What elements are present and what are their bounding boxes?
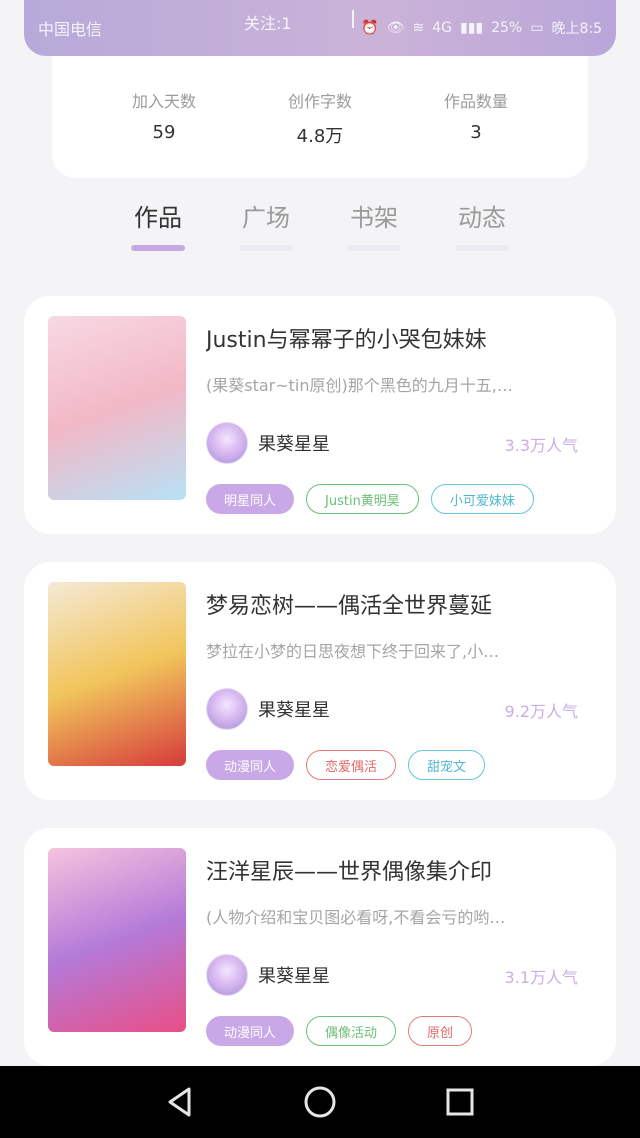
work-description: (人物介绍和宝贝图必看呀,不看会亏的哟… xyxy=(206,908,506,927)
work-cover-image[interactable] xyxy=(48,582,186,766)
stat-label: 加入天数 xyxy=(131,92,196,111)
work-card[interactable]: Justin与幂幂子的小哭包妹妹 (果葵star~tin原创)那个黑色的九月十五… xyxy=(24,296,616,534)
tag-list: 明星同人 Justin黄明昊 小可爱妹妹 xyxy=(206,484,534,514)
work-cover-image[interactable] xyxy=(48,848,186,1032)
author-info[interactable]: 果葵星星 xyxy=(206,688,330,730)
tab-activity[interactable]: 动态 xyxy=(455,198,509,264)
work-cover-image[interactable] xyxy=(48,316,186,500)
tag[interactable]: 动漫同人 xyxy=(206,750,295,780)
tag[interactable]: 动漫同人 xyxy=(206,1016,295,1046)
stat-join-days: 加入天数 59 xyxy=(104,88,224,178)
alarm-icon: ⏰ xyxy=(361,20,379,36)
avatar[interactable] xyxy=(206,688,248,730)
works-list: Justin与幂幂子的小哭包妹妹 (果葵star~tin原创)那个黑色的九月十五… xyxy=(24,296,616,1094)
battery-icon: ▭ xyxy=(530,20,544,36)
work-card[interactable]: 梦易恋树——偶活全世界蔓延 梦拉在小梦的日思夜想下终于回来了,小… 果葵星星 9… xyxy=(24,562,616,800)
tag[interactable]: 甜宠文 xyxy=(408,750,486,780)
stat-work-count: 作品数量 3 xyxy=(416,88,536,178)
author-info[interactable]: 果葵星星 xyxy=(206,954,330,996)
work-title[interactable]: 梦易恋树——偶活全世界蔓延 xyxy=(206,588,596,620)
tag[interactable]: Justin黄明昊 xyxy=(306,484,419,514)
work-title[interactable]: 汪洋星辰——世界偶像集介印 xyxy=(206,854,596,886)
clock-time: 晚上8:5 xyxy=(551,21,602,37)
work-card[interactable]: 汪洋星辰——世界偶像集介印 (人物介绍和宝贝图必看呀,不看会亏的哟… 果葵星星 … xyxy=(24,828,616,1066)
work-description: 梦拉在小梦的日思夜想下终于回来了,小… xyxy=(206,642,500,661)
status-left: 中国电信 xyxy=(38,16,102,40)
tab-works[interactable]: 作品 xyxy=(131,198,185,264)
home-icon[interactable] xyxy=(300,1082,340,1122)
avatar[interactable] xyxy=(206,954,248,996)
eye-icon: 👁 xyxy=(386,20,405,36)
status-right: ⏰ 👁 ≋ 4G ▮▮▮ 25% ▭ 晚上8:5 xyxy=(361,18,602,38)
tag[interactable]: 恋爱偶活 xyxy=(306,750,397,780)
tag[interactable]: 小可爱妹妹 xyxy=(430,484,534,514)
tab-label: 动态 xyxy=(458,204,506,232)
wifi-icon: ≋ xyxy=(412,20,425,36)
tag-list: 动漫同人 偶像活动 原创 xyxy=(206,1016,473,1046)
tab-label: 作品 xyxy=(134,204,182,232)
author-name: 果葵星星 xyxy=(258,966,330,987)
popularity-count: 3.1万人气 xyxy=(504,968,578,987)
tab-label: 广场 xyxy=(242,204,290,232)
network-type: 4G xyxy=(432,20,452,36)
stats-card: 加入天数 59 创作字数 4.8万 作品数量 3 xyxy=(52,56,588,178)
tab-square[interactable]: 广场 xyxy=(239,198,293,264)
tab-indicator xyxy=(131,245,185,251)
tab-indicator xyxy=(455,245,509,251)
tab-indicator xyxy=(239,245,293,251)
work-title[interactable]: Justin与幂幂子的小哭包妹妹 xyxy=(206,322,596,354)
tab-label: 书架 xyxy=(350,204,398,232)
stat-value: 4.8万 xyxy=(296,126,344,147)
popularity-count: 9.2万人气 xyxy=(504,702,578,721)
follow-count: 关注:1 xyxy=(244,14,292,33)
profile-tabs: 作品 广场 书架 动态 xyxy=(0,198,640,264)
tag-list: 动漫同人 恋爱偶活 甜宠文 xyxy=(206,750,486,780)
back-icon[interactable] xyxy=(160,1082,200,1122)
author-name: 果葵星星 xyxy=(258,434,330,455)
tab-bookshelf[interactable]: 书架 xyxy=(347,198,401,264)
system-nav-bar xyxy=(0,1066,640,1138)
stat-word-count: 创作字数 4.8万 xyxy=(260,88,380,178)
tag[interactable]: 明星同人 xyxy=(206,484,295,514)
carrier-text: 中国电信 xyxy=(38,20,103,39)
stat-label: 作品数量 xyxy=(443,92,508,111)
author-info[interactable]: 果葵星星 xyxy=(206,422,330,464)
popularity-count: 3.3万人气 xyxy=(504,436,578,455)
tab-indicator xyxy=(347,245,401,251)
work-description: (果葵star~tin原创)那个黑色的九月十五,… xyxy=(206,376,513,395)
avatar[interactable] xyxy=(206,422,248,464)
tag[interactable]: 偶像活动 xyxy=(306,1016,397,1046)
stat-value: 59 xyxy=(152,122,176,143)
status-divider xyxy=(352,10,354,28)
recent-apps-icon[interactable] xyxy=(440,1082,480,1122)
signal-icon: ▮▮▮ xyxy=(459,20,484,36)
battery-percent: 25% xyxy=(491,20,523,36)
stat-value: 3 xyxy=(470,122,482,143)
status-bar: 中国电信 关注:1 ⏰ 👁 ≋ 4G ▮▮▮ 25% ▭ 晚上8:5 xyxy=(24,0,616,56)
author-name: 果葵星星 xyxy=(258,700,330,721)
tag[interactable]: 原创 xyxy=(408,1016,473,1046)
stat-label: 创作字数 xyxy=(287,92,352,111)
